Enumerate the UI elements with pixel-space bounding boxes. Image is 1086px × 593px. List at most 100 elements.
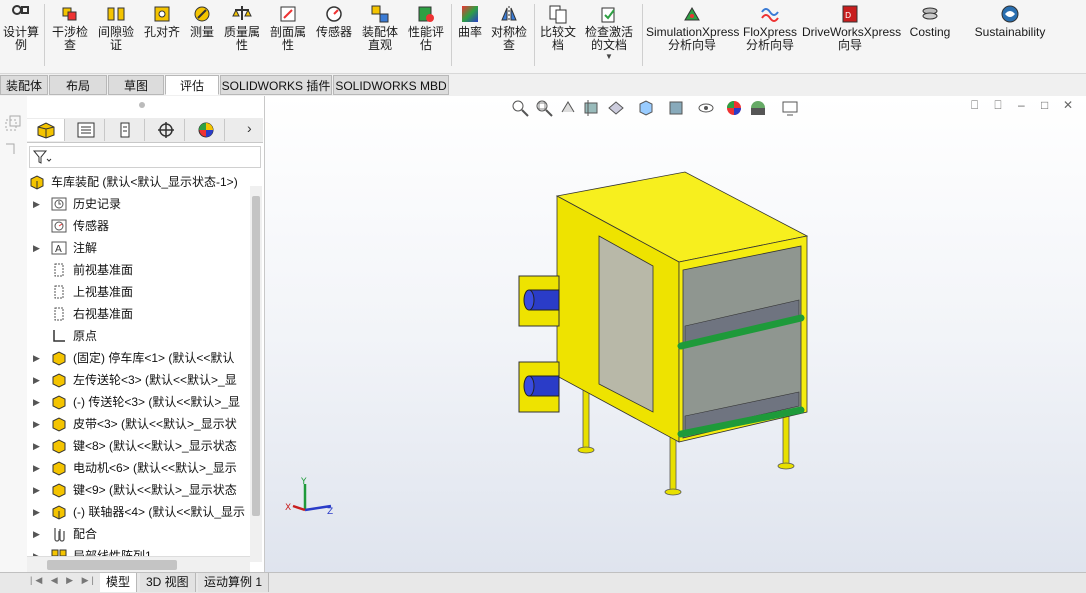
chevron-right-icon[interactable]: › [247,120,252,136]
tab-evaluate[interactable]: 评估 [165,75,219,95]
clearance-icon [107,7,125,21]
section-view-icon[interactable] [582,98,602,118]
tab-configurationmanager[interactable] [107,119,145,141]
tree-filter[interactable] [29,146,261,168]
tab-sketch[interactable]: 草图 [108,75,164,95]
tab-model[interactable]: 模型 [100,573,138,592]
curvature-button[interactable]: 曲率 [454,2,486,70]
design-study-button[interactable]: 设计算 例 [0,2,42,70]
sustainability-button[interactable]: Sustainability [968,2,1052,70]
compare-button[interactable]: 比较文 档 [538,2,578,70]
tree-item-annotations[interactable]: ▶ A 注解 [27,238,249,258]
view-orientation-icon[interactable] [636,98,656,118]
tab-featuremanager[interactable] [27,119,65,141]
check-active-document-button[interactable]: 检查激活 的文档 ▼ [582,2,636,70]
expand-arrow-icon[interactable]: ▶ [33,502,40,522]
floxpress-button[interactable]: FloXpress 分析向导 [740,2,800,70]
scrollbar-thumb[interactable] [252,196,260,516]
tree-root-assembly[interactable]: 车库装配 (默认<默认_显示状态-1>) [27,172,249,192]
tree-item-history[interactable]: ▶ 历史记录 [27,194,249,214]
costing-icon [922,7,938,20]
tree-item-component[interactable]: ▶ 键<8> (默认<<默认>_显示状态 [27,436,249,456]
tab-layout[interactable]: 布局 [49,75,107,95]
scrollbar-thumb[interactable] [47,560,177,570]
expand-arrow-icon[interactable]: ▶ [33,370,40,390]
clearance-button[interactable]: 间隙验 证 [94,2,138,70]
tree-item-front-plane[interactable]: 前视基准面 [27,260,249,280]
expand-arrow-icon[interactable]: ▶ [33,392,40,412]
expand-arrow-icon[interactable]: ▶ [33,348,40,368]
interference-button[interactable]: 干涉检 查 [48,2,92,70]
expand-arrow-icon[interactable]: ▶ [33,194,40,214]
sensor-button[interactable]: 传感器 [312,2,356,70]
symmetry-button[interactable]: 对称检 查 [488,2,530,70]
close-icon[interactable]: ✕ [1058,98,1078,112]
expand-arrow-icon[interactable]: ▶ [33,480,40,500]
expand-arrow-icon[interactable]: ▶ [33,436,40,456]
apply-scene-icon[interactable] [748,98,768,118]
expand-arrow-icon[interactable]: ▶ [33,414,40,434]
floxpress-icon [761,8,779,22]
expand-arrow-icon[interactable]: ▶ [33,524,40,544]
minimize-icon[interactable]: – [1011,98,1031,112]
graphics-area[interactable]: ⎕ ⎕ – □ ✕ Y X Z [265,96,1086,572]
tree-item-component[interactable]: ▶ 电动机<6> (默认<<默认>_显示 [27,458,249,478]
view-settings-icon[interactable] [780,98,800,118]
tree-vertical-scrollbar[interactable] [250,186,262,562]
tab-dimxpertmanager[interactable] [147,119,185,141]
tree-item-component[interactable]: ▶ (-) 联轴器<4> (默认<<默认_显示 [27,502,249,522]
tree-item-sensors[interactable]: 传感器 [27,216,249,236]
tree-item-origin[interactable]: 原点 [27,326,249,346]
tree-item-component[interactable]: ▶ 皮带<3> (默认<<默认>_显示状 [27,414,249,434]
dimxpert-icon[interactable] [4,114,22,132]
expand-arrow-icon[interactable]: ▶ [33,458,40,478]
tab-propertymanager[interactable] [67,119,105,141]
curvature-icon [462,6,478,22]
tab-nav-arrows[interactable]: |◀ ◀ ▶ ▶| [30,575,97,586]
tree-item-right-plane[interactable]: 右视基准面 [27,304,249,324]
tree-item-component[interactable]: ▶ (-) 传送轮<3> (默认<<默认>_显 [27,392,249,412]
hide-show-items-icon[interactable] [696,98,716,118]
costing-button[interactable]: Costing [902,2,958,70]
assembly-visualization-button[interactable]: 装配体 直观 [358,2,402,70]
expand-arrow-icon[interactable]: ▶ [33,238,40,258]
tree-horizontal-scrollbar[interactable] [27,556,250,573]
restore-down-icon[interactable]: ⎕ [965,98,985,113]
display-style-icon[interactable] [666,98,686,118]
dynamic-annotation-icon[interactable] [606,98,626,118]
display-manager-icon[interactable] [4,140,22,158]
tree-item-component[interactable]: ▶ 左传送轮<3> (默认<<默认>_显 [27,370,249,390]
tab-motion-study-1[interactable]: 运动算例 1 [198,573,270,592]
mass-properties-button[interactable]: 质量属 性 [220,2,264,70]
tree-item-component[interactable]: ▶ (固定) 停车库<1> (默认<<默认 [27,348,249,368]
measure-button[interactable]: 测量 [184,2,220,70]
zoom-to-area-icon[interactable] [534,98,554,118]
hole-alignment-button[interactable]: 孔对齐 [140,2,184,70]
chevron-down-icon[interactable]: ▼ [582,52,636,62]
history-icon [51,197,67,211]
check-active-icon [601,7,615,23]
panel-grip[interactable] [139,102,145,108]
simulationxpress-button[interactable]: SimulationXpress 分析向导 [646,2,739,70]
section-properties-button[interactable]: 剖面属 性 [266,2,310,70]
svg-text:A: A [55,244,62,255]
feature-manager-panel: › 车库装配 (默认<默认_显示状态-1>) ▶ 历史记录 传感器 ▶ A 注解… [27,96,265,573]
subassembly-icon [52,505,66,520]
tab-solidworks-addins[interactable]: SOLIDWORKS 插件 [220,75,332,95]
tree-item-component[interactable]: ▶ 键<9> (默认<<默认>_显示状态 [27,480,249,500]
mass-properties-icon [232,6,252,20]
performance-button[interactable]: 性能评 估 [404,2,448,70]
maximize-icon[interactable]: □ [1035,98,1055,112]
tab-3d-view[interactable]: 3D 视图 [140,573,196,592]
previous-view-icon[interactable] [558,98,578,118]
driveworksxpress-button[interactable]: D DriveWorksXpress 向导 [802,2,901,70]
tab-solidworks-mbd[interactable]: SOLIDWORKS MBD [333,75,449,95]
tab-assembly[interactable]: 装配体 [0,75,48,95]
tile-icon[interactable]: ⎕ [988,98,1008,113]
zoom-to-fit-icon[interactable] [510,98,530,118]
edit-appearance-icon[interactable] [724,98,744,118]
tree-item-top-plane[interactable]: 上视基准面 [27,282,249,302]
tree-item-mates[interactable]: ▶ 配合 [27,524,249,544]
assembly-model-3d[interactable] [505,166,825,506]
tab-displaymanager[interactable] [187,119,225,141]
